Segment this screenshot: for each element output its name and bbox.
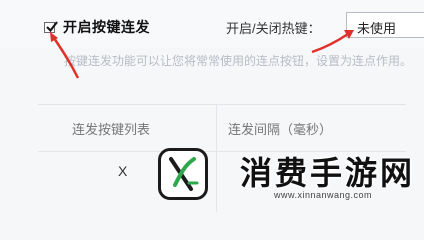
watermark-title: 消费手游网 xyxy=(240,154,416,192)
watermark-logo-icon xyxy=(158,148,208,200)
column-header-interval: 连发间隔（毫秒） xyxy=(228,122,333,137)
feature-description: 按键连发功能可以让您将常常使用的连点按钮，设置为连点作用。 xyxy=(64,54,413,68)
hotkey-select-value: 未使用 xyxy=(357,21,397,36)
enable-key-repeat-checkbox[interactable] xyxy=(44,21,58,33)
checkmark-icon xyxy=(46,21,58,33)
settings-header: 开启按键连发 开启/关闭热键： 未使用 xyxy=(0,0,424,48)
hotkey-select[interactable]: 未使用 xyxy=(346,12,424,38)
key-repeat-settings-panel: 开启按键连发 开启/关闭热键： 未使用 按键连发功能可以让您将常常使用的连点按钮… xyxy=(0,0,424,212)
column-header-key-list: 连发按键列表 xyxy=(72,122,151,137)
watermark-url: www.xinnanwang.com xyxy=(274,190,373,200)
enable-key-repeat-label[interactable]: 开启按键连发 xyxy=(63,17,150,37)
table-cell-key[interactable]: X xyxy=(118,163,127,179)
watermark: 消费手游网 www.xinnanwang.com xyxy=(148,140,424,211)
hotkey-label: 开启/关闭热键： xyxy=(226,21,321,36)
